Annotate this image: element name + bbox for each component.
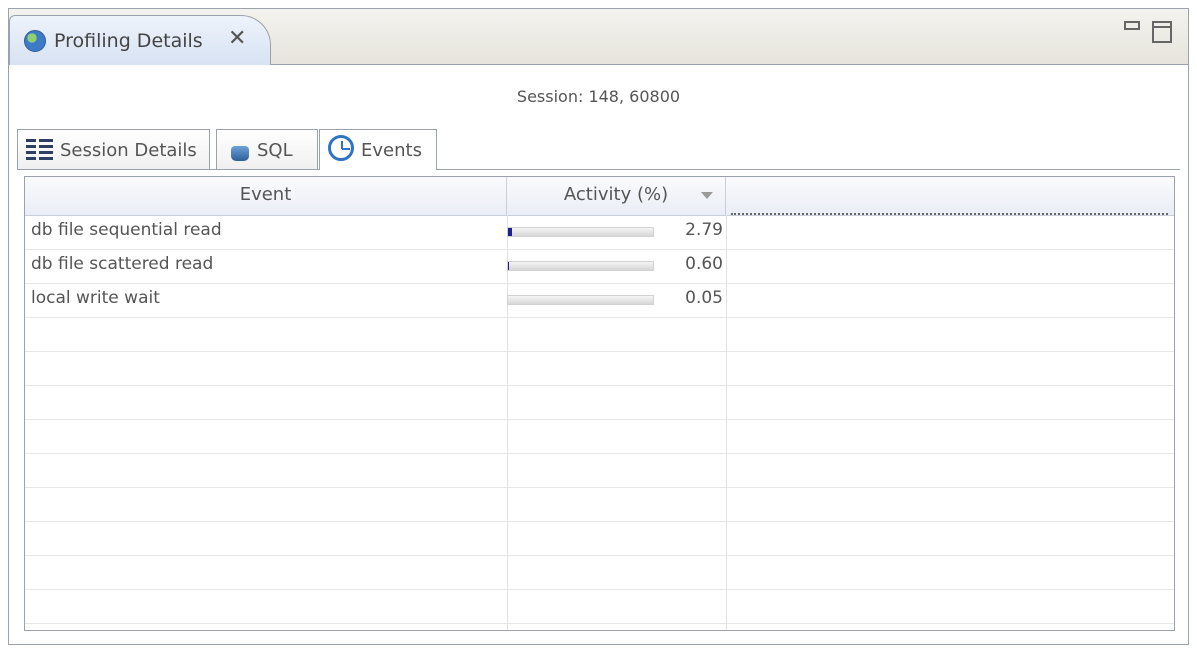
empty-table-row[interactable] [25, 385, 1174, 420]
column-header-event[interactable]: Event [25, 177, 507, 215]
column-header-event-label: Event [239, 184, 292, 205]
activity-value: 0.60 [685, 254, 723, 274]
globe-icon [24, 30, 46, 52]
activity-value: 2.79 [685, 220, 723, 240]
empty-table-row[interactable] [25, 317, 1174, 352]
activity-bar [507, 295, 654, 305]
activity-value: 0.05 [685, 288, 723, 308]
view-title: Profiling Details [54, 30, 203, 52]
empty-table-row[interactable] [25, 419, 1174, 454]
clock-icon [328, 135, 354, 161]
tab-sql-label: SQL [257, 140, 293, 161]
empty-table-row[interactable] [25, 555, 1174, 590]
column-header-activity[interactable]: Activity (%) [507, 177, 726, 215]
session-label: Session: 148, 60800 [516, 87, 681, 106]
database-icon [231, 146, 249, 161]
activity-bar-fill [508, 228, 513, 236]
empty-table-row[interactable] [25, 487, 1174, 522]
grid-icon [26, 139, 54, 160]
tab-events-label: Events [361, 140, 422, 161]
tab-session-details-label: Session Details [60, 140, 197, 161]
table-row[interactable]: db file sequential read 2.79 [25, 215, 1174, 250]
event-name: local write wait [31, 288, 160, 308]
maximize-icon[interactable] [1152, 21, 1172, 43]
event-name: db file sequential read [31, 220, 222, 240]
empty-table-row[interactable] [25, 351, 1174, 386]
activity-bar [507, 227, 654, 237]
table-body: db file sequential read 2.79 db file scatt… [25, 215, 1174, 630]
column-header-activity-label: Activity (%) [563, 184, 669, 205]
table-row[interactable]: local write wait 0.05 [25, 283, 1174, 318]
profiling-details-tab[interactable]: Profiling Details ✕ [9, 15, 271, 65]
empty-table-row[interactable] [25, 589, 1174, 624]
empty-table-row[interactable] [25, 453, 1174, 488]
tab-events[interactable]: Events [319, 129, 437, 170]
activity-bar-fill [508, 262, 509, 270]
table-header: Event Activity (%) [25, 177, 1174, 216]
profiling-details-view: Profiling Details ✕ Session: 148, 60800 … [8, 8, 1189, 645]
table-row[interactable]: db file scattered read 0.60 [25, 249, 1174, 284]
activity-bar [507, 261, 654, 271]
close-icon[interactable]: ✕ [228, 26, 246, 51]
tab-sql[interactable]: SQL [216, 129, 318, 169]
sort-descending-icon [701, 192, 713, 199]
empty-table-row[interactable] [25, 521, 1174, 556]
view-header: Profiling Details ✕ [9, 9, 1188, 65]
tab-session-details[interactable]: Session Details [17, 129, 210, 169]
minimize-icon[interactable] [1124, 21, 1140, 30]
tab-strip: Session Details SQL Events [17, 129, 1180, 170]
events-table[interactable]: Event Activity (%) db file sequential re… [24, 176, 1175, 631]
event-name: db file scattered read [31, 254, 214, 274]
focus-indicator [731, 213, 1168, 215]
